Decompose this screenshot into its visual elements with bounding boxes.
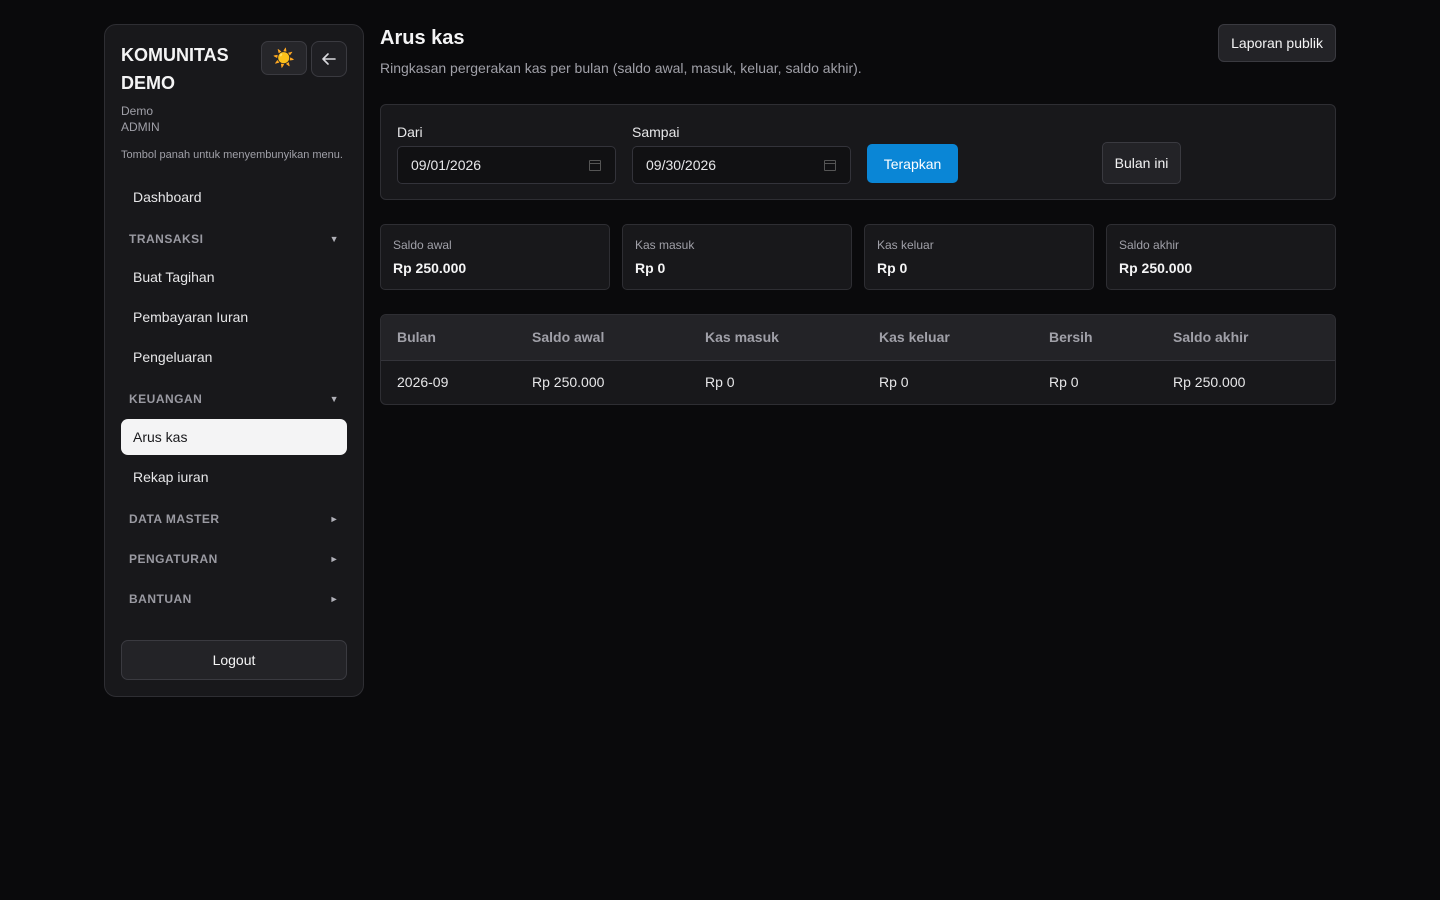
sidebar-hint: Tombol panah untuk menyembunyikan menu. bbox=[121, 149, 343, 161]
stat-value: Rp 0 bbox=[877, 260, 908, 276]
stat-value: Rp 250.000 bbox=[393, 260, 467, 276]
column-header: Saldo awal bbox=[532, 329, 605, 346]
stat-label: Saldo akhir bbox=[1119, 238, 1180, 252]
stat-value: Rp 250.000 bbox=[1119, 260, 1193, 276]
stat-card-saldo-awal: Saldo awal Rp 250.000 bbox=[380, 224, 610, 290]
sidebar-nav: Dashboard TRANSAKSI ▼ Buat Tagihan Pemba… bbox=[121, 179, 347, 619]
table-cell: Rp 250.000 bbox=[1173, 374, 1246, 391]
sun-icon: ☀️ bbox=[272, 48, 296, 68]
to-label: Sampai bbox=[632, 124, 680, 140]
sidebar-item-pembayaran-iuran[interactable]: Pembayaran Iuran bbox=[121, 299, 347, 335]
caret-right-icon: ► bbox=[329, 594, 339, 604]
column-header: Bersih bbox=[1049, 329, 1093, 346]
table-cell: 2026-09 bbox=[397, 374, 449, 391]
from-field: Dari 09/01/2026 bbox=[397, 123, 616, 184]
table-cell: Rp 0 bbox=[705, 374, 735, 391]
sidebar: KOMUNITAS DEMO ☀️ Demo ADMIN Tombol pana… bbox=[104, 24, 364, 697]
apply-button[interactable]: Terapkan bbox=[867, 144, 958, 183]
nav-group-label: TRANSAKSI bbox=[129, 232, 204, 246]
brand-title: KOMUNITAS DEMO bbox=[121, 45, 229, 93]
caret-right-icon: ► bbox=[329, 514, 339, 524]
from-date-input[interactable]: 09/01/2026 bbox=[397, 146, 616, 184]
calendar-icon[interactable] bbox=[824, 159, 836, 171]
table-cell: Rp 0 bbox=[879, 374, 909, 391]
logout-button[interactable]: Logout bbox=[121, 640, 347, 680]
cashflow-table-card: Bulan Saldo awal Kas masuk Kas keluar Be… bbox=[380, 314, 1336, 405]
to-date-input[interactable]: 09/30/2026 bbox=[632, 146, 851, 184]
caret-right-icon: ► bbox=[329, 554, 339, 564]
stat-card-kas-masuk: Kas masuk Rp 0 bbox=[622, 224, 852, 290]
stat-value: Rp 0 bbox=[635, 260, 666, 276]
sidebar-item-pengeluaran[interactable]: Pengeluaran bbox=[121, 339, 347, 375]
user-role: ADMIN bbox=[121, 120, 160, 134]
cashflow-table: Bulan Saldo awal Kas masuk Kas keluar Be… bbox=[381, 315, 1335, 404]
sidebar-item-buat-tagihan[interactable]: Buat Tagihan bbox=[121, 259, 347, 295]
stat-label: Kas masuk bbox=[635, 238, 695, 252]
nav-group-data-master[interactable]: DATA MASTER ► bbox=[121, 499, 347, 539]
public-report-button[interactable]: Laporan publik bbox=[1218, 24, 1336, 62]
stat-label: Kas keluar bbox=[877, 238, 934, 252]
nav-group-label: PENGATURAN bbox=[129, 552, 218, 566]
caret-down-icon: ▼ bbox=[329, 234, 339, 244]
user-name: Demo bbox=[121, 104, 154, 118]
stat-label: Saldo awal bbox=[393, 238, 452, 252]
caret-down-icon: ▼ bbox=[329, 394, 339, 404]
user-info: Demo ADMIN bbox=[121, 103, 347, 135]
nav-group-bantuan[interactable]: BANTUAN ► bbox=[121, 579, 347, 619]
sidebar-item-arus-kas[interactable]: Arus kas bbox=[121, 419, 347, 455]
to-date-value: 09/30/2026 bbox=[646, 157, 717, 173]
page-title: Arus kas bbox=[380, 27, 465, 49]
nav-group-keuangan[interactable]: KEUANGAN ▼ bbox=[121, 379, 347, 419]
table-row: 2026-09 Rp 250.000 Rp 0 Rp 0 Rp 0 Rp 250… bbox=[381, 360, 1335, 404]
sidebar-item-dashboard[interactable]: Dashboard bbox=[121, 179, 347, 215]
nav-group-pengaturan[interactable]: PENGATURAN ► bbox=[121, 539, 347, 579]
stat-card-saldo-akhir: Saldo akhir Rp 250.000 bbox=[1106, 224, 1336, 290]
nav-group-transaksi[interactable]: TRANSAKSI ▼ bbox=[121, 219, 347, 259]
column-header: Bulan bbox=[397, 329, 436, 346]
column-header: Saldo akhir bbox=[1173, 329, 1249, 346]
collapse-sidebar-button[interactable] bbox=[311, 41, 347, 77]
page-subtitle: Ringkasan pergerakan kas per bulan (sald… bbox=[380, 60, 862, 76]
nav-group-label: KEUANGAN bbox=[129, 392, 203, 406]
column-header: Kas masuk bbox=[705, 329, 779, 346]
from-date-value: 09/01/2026 bbox=[411, 157, 482, 173]
theme-toggle-button[interactable]: ☀️ bbox=[261, 41, 307, 75]
arrow-left-icon bbox=[322, 53, 336, 65]
summary-stats: Saldo awal Rp 250.000 Kas masuk Rp 0 Kas… bbox=[380, 224, 1336, 290]
table-cell: Rp 250.000 bbox=[532, 374, 605, 391]
column-header: Kas keluar bbox=[879, 329, 950, 346]
calendar-icon[interactable] bbox=[589, 159, 601, 171]
date-filter-card: Dari 09/01/2026 Sampai 09/30/2026 Terapk… bbox=[380, 104, 1336, 200]
stat-card-kas-keluar: Kas keluar Rp 0 bbox=[864, 224, 1094, 290]
nav-group-label: DATA MASTER bbox=[129, 512, 220, 526]
sidebar-item-rekap-iuran[interactable]: Rekap iuran bbox=[121, 459, 347, 495]
this-month-button[interactable]: Bulan ini bbox=[1102, 142, 1181, 184]
nav-group-label: BANTUAN bbox=[129, 592, 192, 606]
sidebar-header: KOMUNITAS DEMO ☀️ bbox=[121, 41, 347, 97]
main-content: Arus kas Ringkasan pergerakan kas per bu… bbox=[380, 24, 1336, 405]
table-header-row: Bulan Saldo awal Kas masuk Kas keluar Be… bbox=[381, 315, 1335, 360]
table-cell: Rp 0 bbox=[1049, 374, 1079, 391]
from-label: Dari bbox=[397, 124, 423, 140]
to-field: Sampai 09/30/2026 bbox=[632, 123, 851, 184]
sidebar-header-actions: ☀️ bbox=[261, 41, 347, 77]
